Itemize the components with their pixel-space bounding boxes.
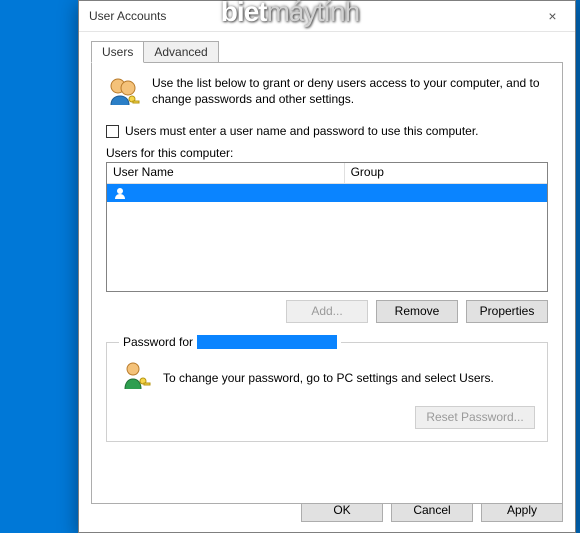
tabstrip: Users Advanced [91, 41, 563, 63]
desktop: User Accounts × Users Advanced [0, 0, 580, 533]
password-group: Password for To change your p [106, 335, 548, 442]
require-login-label: Users must enter a user name and passwor… [125, 124, 479, 138]
password-info-text: To change your password, go to PC settin… [163, 371, 494, 385]
password-group-prefix: Password for [123, 335, 193, 349]
user-key-icon [119, 359, 153, 396]
require-login-checkbox[interactable] [106, 125, 119, 138]
user-row-group [351, 187, 501, 199]
reset-password-button[interactable]: Reset Password... [415, 406, 535, 429]
client-area: Users Advanced Use the list below [79, 32, 575, 514]
close-icon: × [548, 8, 556, 24]
user-row-icon [113, 187, 127, 199]
user-row-name [131, 187, 251, 199]
users-keys-icon [106, 75, 142, 114]
user-row-selected[interactable] [107, 184, 547, 202]
column-username[interactable]: User Name [107, 163, 345, 183]
require-login-row[interactable]: Users must enter a user name and passwor… [106, 124, 548, 138]
tab-users[interactable]: Users [91, 41, 144, 63]
intro-row: Use the list below to grant or deny user… [106, 75, 548, 114]
password-group-legend: Password for [119, 335, 341, 349]
user-accounts-window: User Accounts × Users Advanced [78, 0, 576, 533]
window-title: User Accounts [89, 9, 166, 23]
titlebar[interactable]: User Accounts × [79, 1, 575, 32]
properties-button[interactable]: Properties [466, 300, 548, 323]
users-listview[interactable]: User Name Group [106, 162, 548, 292]
user-buttons-row: Add... Remove Properties [106, 300, 548, 323]
intro-text: Use the list below to grant or deny user… [152, 75, 548, 114]
password-info-row: To change your password, go to PC settin… [119, 359, 535, 396]
column-group[interactable]: Group [345, 163, 547, 183]
password-group-user [197, 335, 337, 349]
tab-advanced[interactable]: Advanced [143, 41, 218, 63]
listview-header[interactable]: User Name Group [107, 163, 547, 184]
users-list-label: Users for this computer: [106, 146, 548, 160]
remove-button[interactable]: Remove [376, 300, 458, 323]
add-button[interactable]: Add... [286, 300, 368, 323]
tabpanel-users: Use the list below to grant or deny user… [91, 62, 563, 504]
close-button[interactable]: × [530, 1, 575, 31]
